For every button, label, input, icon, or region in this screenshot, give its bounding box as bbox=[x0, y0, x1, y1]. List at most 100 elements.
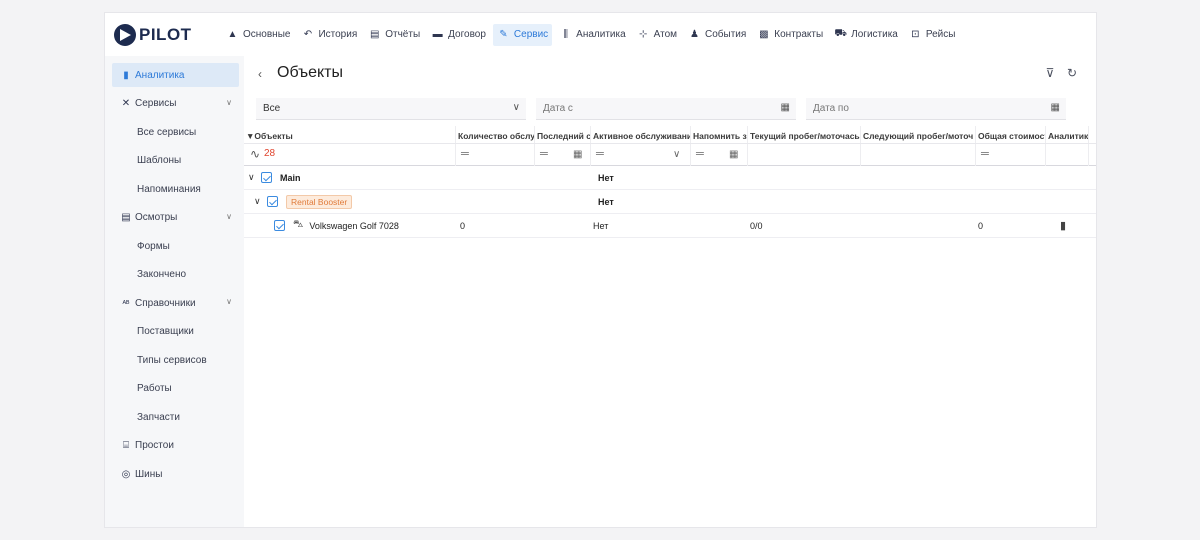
sidebar-item-suppliers[interactable]: Поставщики bbox=[112, 320, 239, 344]
type-select[interactable]: Все ∨ bbox=[256, 98, 526, 120]
row-checkbox[interactable] bbox=[261, 172, 272, 183]
nav-item[interactable]: ▲ Основные bbox=[222, 24, 294, 46]
similar-operator-icon[interactable]: ∿ bbox=[250, 147, 260, 161]
report-icon: ▤ bbox=[370, 29, 380, 40]
car-icon: ⛍ bbox=[293, 219, 304, 230]
active-service-filter[interactable]: ═ ∨ bbox=[591, 144, 691, 166]
active-service-value: Нет bbox=[593, 220, 609, 231]
sidebar-item-parts[interactable]: Запчасти bbox=[112, 405, 239, 429]
nav-item[interactable]: ▤ Отчёты bbox=[364, 24, 424, 46]
sidebar-item-finished[interactable]: Закончено bbox=[112, 263, 239, 287]
refresh-icon[interactable]: ↻ bbox=[1063, 66, 1081, 80]
calendar-icon[interactable]: ▦ bbox=[729, 149, 738, 160]
sidebar-item-label: Справочники bbox=[135, 297, 196, 309]
brand-logo[interactable]: PILOT bbox=[114, 23, 218, 47]
nav-item[interactable]: ⛟ Логистика bbox=[830, 24, 902, 46]
sidebar-item-tires[interactable]: ◎ Шины bbox=[112, 462, 239, 486]
document-icon: ▤ bbox=[121, 212, 131, 223]
service-count-filter[interactable]: ═ bbox=[456, 144, 535, 166]
table-row[interactable]: ∨ Rental Booster Нет bbox=[244, 190, 1096, 214]
sidebar: ▮ Аналитика ✕ Сервисы ∨ Все сервисы Шабл… bbox=[105, 56, 244, 527]
equals-icon[interactable]: ═ bbox=[540, 148, 548, 160]
calendar-icon[interactable]: ▦ bbox=[781, 102, 790, 113]
current-mileage-value: 0/0 bbox=[750, 220, 763, 231]
sidebar-item-dictionaries[interactable]: ᴬᴮ Справочники ∨ bbox=[112, 291, 239, 315]
calendar-icon[interactable]: ▦ bbox=[1051, 102, 1060, 113]
nav-item[interactable]: ⊹ Атом bbox=[633, 24, 681, 46]
sidebar-item-label: Аналитика bbox=[135, 69, 185, 81]
sidebar-item-inspections[interactable]: ▤ Осмотры ∨ bbox=[112, 206, 239, 230]
sidebar-item-works[interactable]: Работы bbox=[112, 377, 239, 401]
equals-icon[interactable]: ═ bbox=[981, 148, 989, 160]
nav-item[interactable]: ▩ Контракты bbox=[753, 24, 827, 46]
sidebar-item-label: Напоминания bbox=[137, 183, 201, 195]
nav-item-label: Рейсы bbox=[925, 29, 956, 40]
dictionary-icon: ᴬᴮ bbox=[122, 298, 130, 308]
object-filter-input[interactable]: 28 bbox=[264, 148, 275, 159]
next-mileage-filter[interactable] bbox=[861, 144, 976, 166]
history-icon: ↶ bbox=[303, 29, 313, 40]
chevron-down-icon[interactable]: ∨ bbox=[673, 149, 680, 160]
truck-icon: ⛟ bbox=[834, 28, 847, 39]
row-checkbox[interactable] bbox=[267, 196, 278, 207]
main-content: ‹ Объекты ⊽ ↻ Все ∨ Дата с ▦ Дата по ▦ ▼… bbox=[244, 56, 1096, 527]
nav-item-label: Отчёты bbox=[385, 29, 421, 40]
briefcase-icon: ▩ bbox=[759, 29, 769, 40]
column-header-remind[interactable]: Напомнить з bbox=[691, 126, 748, 143]
date-to-field[interactable]: Дата по ▦ bbox=[806, 98, 1066, 120]
page-header: ‹ Объекты ⊽ ↻ bbox=[244, 56, 1096, 94]
sidebar-item-all-services[interactable]: Все сервисы bbox=[112, 120, 239, 144]
nav-item-label: Основные bbox=[243, 29, 291, 40]
chevron-down-icon: ∨ bbox=[226, 297, 232, 306]
analytics-bar-icon[interactable]: ▮ bbox=[1058, 219, 1088, 232]
sidebar-item-downtime[interactable]: ⌸ Простои bbox=[112, 434, 239, 458]
column-header-last-service[interactable]: Последний с bbox=[535, 126, 591, 143]
sidebar-item-templates[interactable]: Шаблоны bbox=[112, 149, 239, 173]
clear-filter-icon[interactable]: ⊽ bbox=[1041, 66, 1059, 80]
sidebar-item-reminders[interactable]: Напоминания bbox=[112, 177, 239, 201]
analytics-filter bbox=[1046, 144, 1089, 166]
column-header-total-cost[interactable]: Общая стоимост bbox=[976, 126, 1046, 143]
column-header-next-mileage[interactable]: Следующий пробег/моточ bbox=[861, 126, 976, 143]
chevron-down-icon[interactable]: ∨ bbox=[248, 172, 258, 183]
equals-icon[interactable]: ═ bbox=[461, 148, 469, 160]
sidebar-item-label: Закончено bbox=[137, 269, 187, 280]
table-row[interactable]: ⛍ Volkswagen Golf 7028 0 Нет 0/0 0 ▮ bbox=[244, 214, 1096, 238]
chevron-down-icon[interactable]: ∨ bbox=[254, 196, 264, 207]
total-cost-filter[interactable]: ═ bbox=[976, 144, 1046, 166]
nav-item[interactable]: ↶ История bbox=[297, 24, 361, 46]
nav-item[interactable]: ✎ Сервис bbox=[492, 23, 553, 46]
row-checkbox[interactable] bbox=[274, 220, 285, 231]
column-header-active-service[interactable]: Активное обслуживани bbox=[591, 126, 691, 143]
equals-icon[interactable]: ═ bbox=[596, 148, 604, 160]
column-header-service-count[interactable]: Количество обслу bbox=[456, 126, 535, 143]
current-mileage-filter[interactable] bbox=[748, 144, 861, 166]
equals-icon[interactable]: ═ bbox=[696, 148, 704, 160]
column-header-analytics[interactable]: Аналитик bbox=[1046, 126, 1089, 143]
date-to-placeholder: Дата по bbox=[813, 103, 849, 114]
chart-icon: ⫼ bbox=[563, 29, 568, 40]
object-filter-cell: ∿ 28 bbox=[244, 144, 456, 166]
nav-item[interactable]: ⊡ Рейсы bbox=[905, 24, 960, 46]
sidebar-item-label: Запчасти bbox=[137, 411, 180, 423]
sidebar-item-label: Типы сервисов bbox=[137, 354, 207, 366]
back-arrow-icon[interactable]: ‹ bbox=[258, 67, 262, 81]
nav-item[interactable]: ▬ Договор bbox=[427, 24, 490, 46]
column-header-current-mileage[interactable]: Текущий пробег/моточась bbox=[748, 126, 861, 143]
remind-filter[interactable]: ═ ▦ bbox=[691, 144, 748, 166]
nav-item[interactable]: ♟ События bbox=[684, 24, 750, 46]
sidebar-item-label: Работы bbox=[137, 383, 172, 394]
column-header-objects[interactable]: ▼Объекты bbox=[244, 126, 456, 143]
date-from-field[interactable]: Дата с ▦ bbox=[536, 98, 796, 120]
calendar-icon[interactable]: ▦ bbox=[573, 149, 582, 160]
sidebar-item-label: Сервисы bbox=[135, 98, 177, 109]
nav-item[interactable]: ⫼ Аналитика bbox=[555, 24, 630, 46]
bar-chart-icon: ▮ bbox=[123, 69, 129, 81]
last-service-filter[interactable]: ═ ▦ bbox=[535, 144, 591, 166]
sidebar-item-services[interactable]: ✕ Сервисы ∨ bbox=[112, 92, 239, 116]
table-row[interactable]: ∨ Main Нет bbox=[244, 166, 1096, 190]
sidebar-item-analytics[interactable]: ▮ Аналитика bbox=[112, 63, 239, 87]
tire-icon: ◎ bbox=[121, 468, 131, 480]
sidebar-item-forms[interactable]: Формы bbox=[112, 234, 239, 258]
sidebar-item-service-types[interactable]: Типы сервисов bbox=[112, 348, 239, 372]
